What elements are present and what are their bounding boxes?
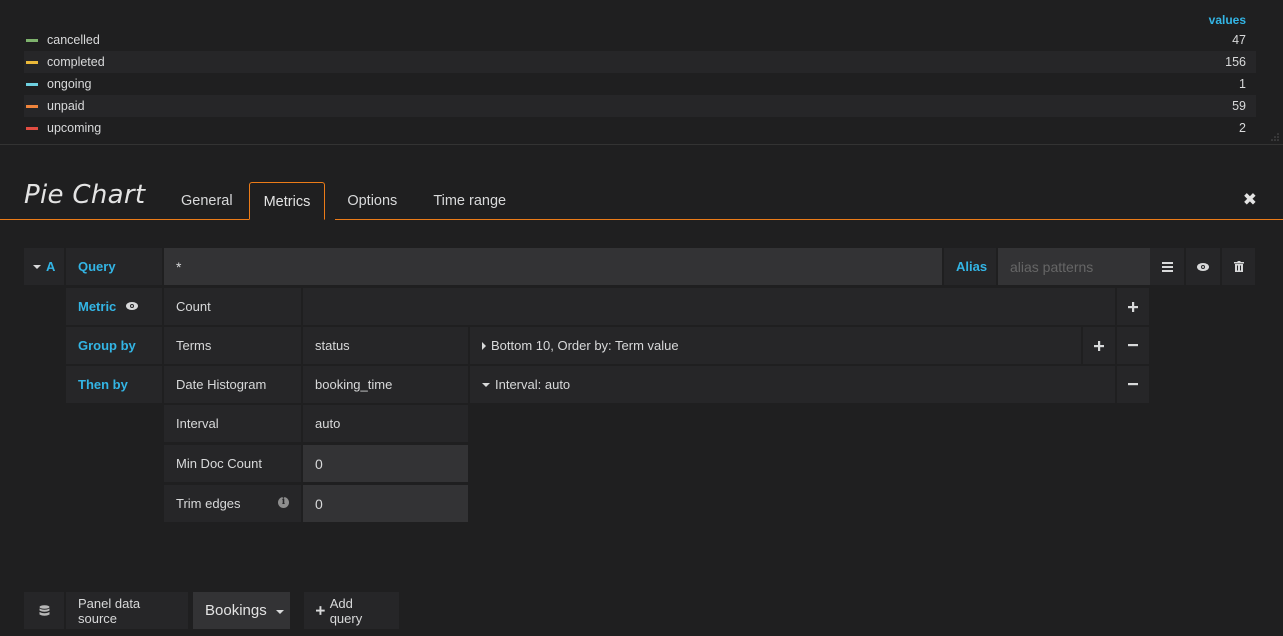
- interval-setting-select[interactable]: auto: [303, 405, 468, 442]
- tab-time-range[interactable]: Time range: [419, 182, 520, 220]
- chevron-down-icon: [33, 264, 41, 269]
- legend-row-unpaid[interactable]: unpaid 59: [24, 95, 1256, 117]
- eye-icon: [1197, 262, 1209, 271]
- legend-row-completed[interactable]: completed 156: [24, 51, 1256, 73]
- query-menu-button[interactable]: [1150, 248, 1184, 285]
- query-label: Query: [66, 248, 162, 285]
- minus-icon: [1128, 344, 1138, 347]
- legend-label: unpaid: [47, 99, 85, 113]
- add-group-by-button[interactable]: [1083, 327, 1115, 364]
- editor-tabs: General Metrics Options Time range: [166, 182, 520, 220]
- add-query-label: Add query: [329, 595, 363, 626]
- panel-resize-handle-icon[interactable]: [1271, 133, 1279, 141]
- then-by-label: Then by: [66, 366, 162, 403]
- toggle-query-visibility-button[interactable]: [1186, 248, 1220, 285]
- group-by-options-toggle[interactable]: Bottom 10, Order by: Term value: [470, 327, 1081, 364]
- min-doc-count-input[interactable]: 0: [303, 445, 468, 482]
- remove-query-button[interactable]: [1222, 248, 1255, 285]
- trim-edges-label: Trim edges i: [164, 485, 301, 522]
- legend-value: 1: [1239, 77, 1246, 91]
- metric-type-select[interactable]: Count: [164, 288, 301, 325]
- caret-down-icon: [482, 382, 490, 387]
- plus-icon: [1094, 340, 1104, 351]
- trash-icon: [1233, 261, 1244, 272]
- group-by-field-select[interactable]: status: [303, 327, 468, 364]
- trim-edges-label-text: Trim edges: [176, 496, 241, 511]
- interval-setting-label: Interval: [164, 405, 301, 442]
- min-doc-count-label: Min Doc Count: [164, 445, 301, 482]
- legend-label: cancelled: [47, 33, 100, 47]
- pie-legend-panel: values cancelled 47 completed 156 ongoin…: [0, 0, 1283, 145]
- legend-label: ongoing: [47, 77, 92, 91]
- alias-label: Alias: [944, 248, 996, 285]
- legend-value: 47: [1232, 33, 1246, 47]
- legend-row-cancelled[interactable]: cancelled 47: [24, 29, 1256, 51]
- legend-swatch-icon: [26, 126, 38, 130]
- database-icon: [24, 592, 64, 629]
- close-editor-icon[interactable]: ✖: [1243, 190, 1257, 210]
- tab-options[interactable]: Options: [333, 182, 411, 220]
- remove-then-by-button[interactable]: [1117, 366, 1149, 403]
- query-ref-id: A: [46, 259, 56, 274]
- metric-label-text: Metric: [78, 299, 117, 314]
- legend-row-upcoming[interactable]: upcoming 2: [24, 117, 1256, 139]
- legend-swatch-icon: [26, 82, 38, 86]
- group-by-type-select[interactable]: Terms: [164, 327, 301, 364]
- legend-row-ongoing[interactable]: ongoing 1: [24, 73, 1256, 95]
- query-input[interactable]: *: [164, 248, 942, 285]
- editor-title: Pie Chart: [24, 180, 146, 210]
- info-icon[interactable]: i: [278, 497, 289, 508]
- group-by-options-text: Bottom 10, Order by: Term value: [491, 338, 679, 353]
- legend-label: upcoming: [47, 121, 102, 135]
- data-source-value: Bookings: [205, 602, 267, 619]
- tab-general[interactable]: General: [167, 182, 247, 220]
- hamburger-icon: [1161, 261, 1173, 272]
- legend-swatch-icon: [26, 38, 38, 42]
- then-by-field-select[interactable]: booking_time: [303, 366, 468, 403]
- remove-group-by-button[interactable]: [1117, 327, 1149, 364]
- alias-input[interactable]: alias patterns: [998, 248, 1150, 285]
- plus-icon: [1128, 301, 1138, 312]
- then-by-type-select[interactable]: Date Histogram: [164, 366, 301, 403]
- group-by-label: Group by: [66, 327, 162, 364]
- trim-edges-input[interactable]: 0: [303, 485, 468, 522]
- eye-icon[interactable]: [126, 301, 139, 313]
- metric-label: Metric: [66, 288, 162, 325]
- query-collapse-toggle[interactable]: A: [24, 248, 64, 285]
- minus-icon: [1128, 383, 1138, 386]
- legend-value: 156: [1225, 55, 1246, 69]
- then-by-options-toggle[interactable]: Interval: auto: [470, 366, 1115, 403]
- chevron-down-icon: [275, 609, 284, 614]
- panel-data-source-label: Panel data source: [66, 592, 188, 629]
- legend-label: completed: [47, 55, 105, 69]
- then-by-options-text: Interval: auto: [495, 377, 571, 392]
- add-metric-button[interactable]: [1117, 288, 1149, 325]
- add-query-button[interactable]: Add query: [304, 592, 399, 629]
- data-source-dropdown[interactable]: Bookings: [193, 592, 290, 629]
- legend-value: 59: [1232, 99, 1246, 113]
- plus-icon: [316, 606, 325, 615]
- tab-metrics[interactable]: Metrics: [248, 182, 326, 220]
- legend-value: 2: [1239, 121, 1246, 135]
- metric-options: [303, 288, 1115, 325]
- legend-values-header[interactable]: values: [1209, 13, 1246, 27]
- caret-right-icon: [482, 341, 486, 350]
- legend-swatch-icon: [26, 104, 38, 108]
- legend-swatch-icon: [26, 60, 38, 64]
- alias-placeholder: alias patterns: [1010, 258, 1094, 275]
